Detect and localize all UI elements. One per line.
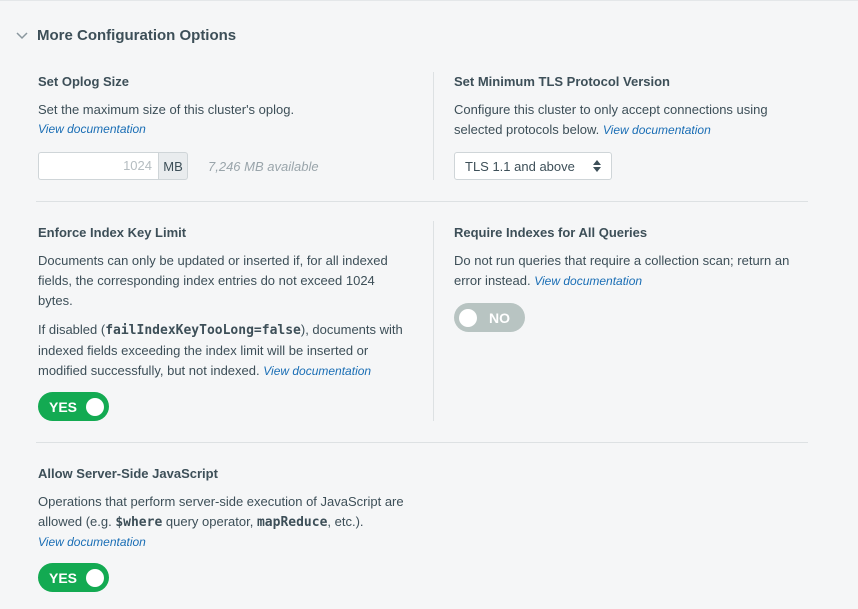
oplog-available: 7,246 MB available xyxy=(208,159,319,174)
sort-arrows-icon xyxy=(593,159,601,173)
section-header[interactable]: More Configuration Options xyxy=(15,27,236,44)
server-js-description: Operations that perform server-side exec… xyxy=(38,494,404,530)
require-indexes-description: Do not run queries that require a collec… xyxy=(454,253,790,288)
index-key-limit-doc-link[interactable]: View documentation xyxy=(263,364,371,378)
column-divider xyxy=(433,72,434,180)
tls-description: Configure this cluster to only accept co… xyxy=(454,102,768,137)
top-divider xyxy=(0,0,858,1)
tls-setting: Set Minimum TLS Protocol Version Configu… xyxy=(454,74,814,180)
tls-title: Set Minimum TLS Protocol Version xyxy=(454,74,670,89)
server-js-title: Allow Server-Side JavaScript xyxy=(38,466,218,481)
row-divider-2 xyxy=(36,442,808,443)
row-divider-1 xyxy=(36,201,808,202)
column-divider xyxy=(433,221,434,421)
require-indexes-title: Require Indexes for All Queries xyxy=(454,225,648,240)
config-row-2: Enforce Index Key Limit Documents can on… xyxy=(36,221,808,425)
config-row-3: Allow Server-Side JavaScript Operations … xyxy=(36,466,808,596)
tls-version-select[interactable]: TLS 1.1 and above xyxy=(454,152,612,180)
fail-index-code: failIndexKeyTooLong=false xyxy=(105,323,301,338)
oplog-setting: Set Oplog Size Set the maximum size of t… xyxy=(38,74,418,180)
toggle-knob xyxy=(86,568,104,587)
chevron-down-icon[interactable] xyxy=(15,29,29,43)
server-js-toggle[interactable]: YES xyxy=(38,563,109,592)
index-key-limit-setting: Enforce Index Key Limit Documents can on… xyxy=(38,225,418,421)
mapreduce-code: mapReduce xyxy=(256,515,328,530)
index-key-limit-title: Enforce Index Key Limit xyxy=(38,225,187,240)
require-indexes-toggle[interactable]: NO xyxy=(454,303,525,332)
server-js-setting: Allow Server-Side JavaScript Operations … xyxy=(38,466,418,592)
oplog-description: Set the maximum size of this cluster's o… xyxy=(38,102,295,117)
oplog-doc-link[interactable]: View documentation xyxy=(38,122,146,136)
index-key-limit-description: Documents can only be updated or inserte… xyxy=(38,253,388,308)
oplog-size-input-group: 1024 MB xyxy=(38,152,188,180)
where-code: $where xyxy=(115,515,163,530)
config-row-1: Set Oplog Size Set the maximum size of t… xyxy=(36,72,808,184)
toggle-knob xyxy=(86,397,104,416)
toggle-label: NO xyxy=(489,309,510,326)
server-js-doc-link[interactable]: View documentation xyxy=(38,535,146,549)
toggle-label: YES xyxy=(49,569,78,586)
tls-doc-link[interactable]: View documentation xyxy=(603,123,711,137)
oplog-unit-label: MB xyxy=(158,152,188,180)
toggle-label: YES xyxy=(49,398,78,415)
oplog-size-input[interactable]: 1024 xyxy=(38,152,158,180)
toggle-knob xyxy=(459,308,477,327)
tls-selected-value: TLS 1.1 and above xyxy=(465,158,575,174)
oplog-title: Set Oplog Size xyxy=(38,74,130,89)
require-indexes-setting: Require Indexes for All Queries Do not r… xyxy=(454,225,814,332)
index-key-limit-disabled-note: If disabled (failIndexKeyTooLong=false),… xyxy=(38,322,403,378)
section-title: More Configuration Options xyxy=(37,27,237,44)
index-key-limit-toggle[interactable]: YES xyxy=(38,392,109,421)
require-indexes-doc-link[interactable]: View documentation xyxy=(534,274,642,288)
